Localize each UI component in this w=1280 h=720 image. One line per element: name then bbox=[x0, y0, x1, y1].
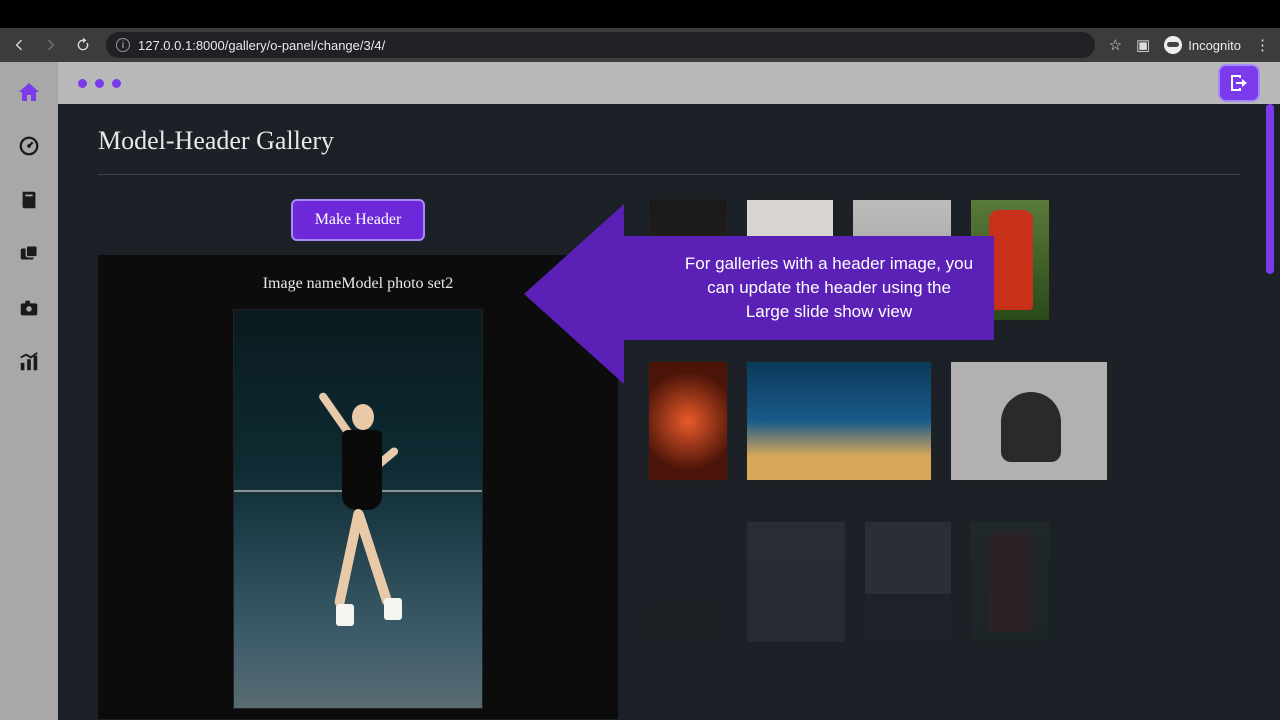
site-info-icon[interactable]: i bbox=[116, 38, 130, 52]
thumbnail[interactable] bbox=[648, 521, 728, 643]
incognito-icon bbox=[1164, 36, 1182, 54]
slide-frame: Image nameModel photo set2 bbox=[98, 255, 618, 719]
sidebar-item-dashboard[interactable] bbox=[17, 134, 41, 158]
top-bar bbox=[58, 62, 1280, 104]
forward-button[interactable] bbox=[42, 36, 60, 54]
thumbnail[interactable] bbox=[970, 521, 1050, 643]
extensions-icon[interactable]: ▣ bbox=[1136, 36, 1150, 54]
thumbnail[interactable] bbox=[648, 199, 728, 321]
logout-button[interactable] bbox=[1218, 64, 1260, 102]
incognito-badge: Incognito bbox=[1164, 36, 1241, 54]
url-text: 127.0.0.1:8000/gallery/o-panel/change/3/… bbox=[138, 38, 385, 53]
make-header-button[interactable]: Make Header bbox=[291, 199, 426, 241]
sidebar-item-chart[interactable] bbox=[17, 350, 41, 374]
main-panel: Model-Header Gallery Make Header Image n… bbox=[58, 104, 1280, 720]
thumbnail[interactable] bbox=[852, 199, 952, 321]
thumbnail[interactable] bbox=[746, 199, 834, 321]
slide-caption: Image nameModel photo set2 bbox=[263, 275, 454, 293]
sidebar-item-home[interactable] bbox=[17, 80, 41, 104]
slide-column: Make Header Image nameModel photo set2 bbox=[98, 199, 618, 719]
thumbnail[interactable] bbox=[648, 361, 728, 481]
page-title: Model-Header Gallery bbox=[98, 126, 1240, 156]
app-menu-dots[interactable] bbox=[78, 79, 121, 88]
divider bbox=[98, 174, 1240, 175]
bookmark-icon[interactable]: ☆ bbox=[1109, 36, 1122, 54]
sidebar bbox=[0, 62, 58, 720]
sidebar-item-book[interactable] bbox=[17, 188, 41, 212]
browser-toolbar: i 127.0.0.1:8000/gallery/o-panel/change/… bbox=[0, 28, 1280, 62]
slide-image[interactable] bbox=[233, 309, 483, 709]
thumbnail[interactable] bbox=[950, 361, 1108, 481]
caption-value: Model photo set2 bbox=[341, 275, 453, 292]
thumb-column bbox=[648, 199, 1240, 719]
back-button[interactable] bbox=[10, 36, 28, 54]
app-viewport: Model-Header Gallery Make Header Image n… bbox=[0, 62, 1280, 720]
sidebar-item-gallery[interactable] bbox=[17, 242, 41, 266]
reload-button[interactable] bbox=[74, 36, 92, 54]
caption-prefix: Image name bbox=[263, 275, 342, 292]
thumbnail[interactable] bbox=[864, 521, 952, 643]
sidebar-item-camera[interactable] bbox=[17, 296, 41, 320]
scrollbar[interactable] bbox=[1264, 104, 1274, 504]
thumbnail[interactable] bbox=[970, 199, 1050, 321]
thumbnail[interactable] bbox=[746, 521, 846, 643]
address-bar[interactable]: i 127.0.0.1:8000/gallery/o-panel/change/… bbox=[106, 32, 1095, 58]
incognito-label: Incognito bbox=[1188, 38, 1241, 53]
browser-menu-icon[interactable]: ⋮ bbox=[1255, 36, 1270, 54]
window-titlebar bbox=[0, 0, 1280, 28]
thumbnail[interactable] bbox=[746, 361, 932, 481]
